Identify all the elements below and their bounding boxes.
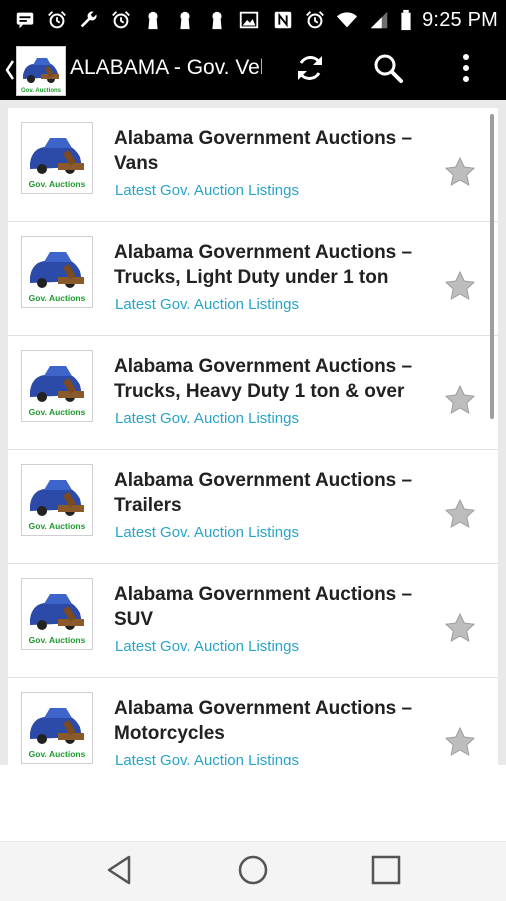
recent-apps-square-icon <box>369 853 403 892</box>
item-title: Alabama Government Auctions – Trucks, Li… <box>114 242 413 288</box>
nfc-icon <box>272 9 294 31</box>
alarm-icon <box>110 9 132 31</box>
favorite-star-icon[interactable] <box>444 726 476 758</box>
list-item[interactable]: Gov. Auctions Alabama Government Auction… <box>8 678 498 765</box>
auction-list: Gov. Auctions Alabama Government Auction… <box>8 108 498 765</box>
keyhole-icon <box>174 9 196 31</box>
signal-icon <box>368 9 390 31</box>
favorite-star-icon[interactable] <box>444 384 476 416</box>
item-title: Alabama Government Auctions – Vans <box>114 128 413 174</box>
empty-area <box>0 765 506 841</box>
item-thumbnail: Gov. Auctions <box>21 122 93 194</box>
list-item[interactable]: Gov. Auctions Alabama Government Auction… <box>8 222 498 336</box>
thumbnail-caption: Gov. Auctions <box>29 521 86 531</box>
system-nav-bar <box>0 841 506 901</box>
item-subtitle: Latest Gov. Auction Listings <box>115 524 299 541</box>
alarm-clock-icon <box>304 9 326 31</box>
message-icon <box>14 9 36 31</box>
favorite-star-icon[interactable] <box>444 498 476 530</box>
up-navigation-chevron-icon[interactable] <box>4 57 16 83</box>
thumbnail-caption: Gov. Auctions <box>29 635 86 645</box>
item-title: Alabama Government Auctions – Trailers <box>114 470 413 516</box>
item-title: Alabama Government Auctions – Motorcycle… <box>114 698 413 744</box>
item-thumbnail: Gov. Auctions <box>21 692 93 764</box>
list-item[interactable]: Gov. Auctions Alabama Government Auction… <box>8 108 498 222</box>
item-subtitle: Latest Gov. Auction Listings <box>115 638 299 655</box>
refresh-icon <box>293 51 327 90</box>
thumbnail-caption: Gov. Auctions <box>29 179 86 189</box>
status-bar: 9:25 PM <box>0 0 506 40</box>
app-bar: Gov. Auctions ALABAMA - Gov. Vehicle Auc… <box>0 40 506 100</box>
item-thumbnail: Gov. Auctions <box>21 578 93 650</box>
item-thumbnail: Gov. Auctions <box>21 464 93 536</box>
wrench-icon <box>78 9 100 31</box>
item-title: Alabama Government Auctions – SUV <box>114 584 413 630</box>
item-subtitle: Latest Gov. Auction Listings <box>115 296 299 313</box>
app-title: ALABAMA - Gov. Vehicle Auctions <box>70 56 262 79</box>
refresh-button[interactable] <box>290 50 330 90</box>
item-subtitle: Latest Gov. Auction Listings <box>115 410 299 427</box>
app-logo-caption: Gov. Auctions <box>21 88 62 94</box>
thumbnail-caption: Gov. Auctions <box>29 749 86 759</box>
nav-recent-apps-button[interactable] <box>366 852 406 892</box>
scrollbar[interactable] <box>490 114 494 419</box>
app-logo[interactable]: Gov. Auctions <box>16 46 66 96</box>
item-subtitle: Latest Gov. Auction Listings <box>115 182 299 199</box>
search-button[interactable] <box>368 50 408 90</box>
wifi-icon <box>336 9 358 31</box>
thumbnail-caption: Gov. Auctions <box>29 407 86 417</box>
favorite-star-icon[interactable] <box>444 270 476 302</box>
alarm-icon <box>46 9 68 31</box>
battery-icon <box>400 9 412 31</box>
nav-back-button[interactable] <box>100 852 140 892</box>
back-triangle-icon <box>103 853 137 892</box>
nav-home-button[interactable] <box>233 852 273 892</box>
keyhole-icon <box>142 9 164 31</box>
overflow-menu-button[interactable] <box>446 50 486 90</box>
item-thumbnail: Gov. Auctions <box>21 236 93 308</box>
more-vert-icon <box>449 51 483 90</box>
list-item[interactable]: Gov. Auctions Alabama Government Auction… <box>8 336 498 450</box>
item-title: Alabama Government Auctions – Trucks, He… <box>114 356 413 402</box>
image-icon <box>238 9 260 31</box>
item-thumbnail: Gov. Auctions <box>21 350 93 422</box>
list-item[interactable]: Gov. Auctions Alabama Government Auction… <box>8 450 498 564</box>
home-circle-icon <box>236 853 270 892</box>
favorite-star-icon[interactable] <box>444 612 476 644</box>
item-subtitle: Latest Gov. Auction Listings <box>115 752 299 765</box>
listing-scroll-area[interactable]: Gov. Auctions Alabama Government Auction… <box>0 100 506 765</box>
keyhole-icon <box>206 9 228 31</box>
search-icon <box>371 51 405 90</box>
clock-time: 9:25 PM <box>422 8 498 31</box>
thumbnail-caption: Gov. Auctions <box>29 293 86 303</box>
list-item[interactable]: Gov. Auctions Alabama Government Auction… <box>8 564 498 678</box>
favorite-star-icon[interactable] <box>444 156 476 188</box>
